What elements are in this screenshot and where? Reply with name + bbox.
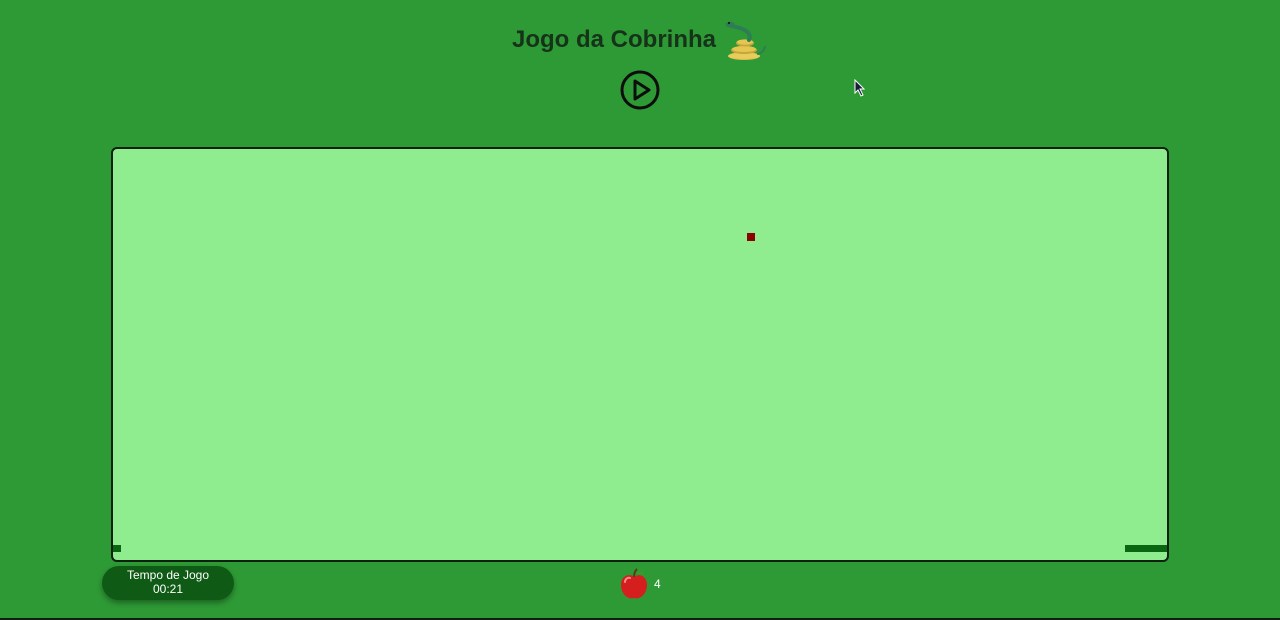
score-value: 4	[654, 577, 661, 591]
mouse-cursor-icon	[854, 79, 866, 97]
page-title: Jogo da Cobrinha	[512, 26, 716, 53]
apple-icon	[621, 568, 647, 599]
snake-icon	[725, 21, 766, 60]
timer-label: Tempo de Jogo	[126, 568, 210, 582]
game-board[interactable]	[111, 147, 1169, 562]
food-item	[747, 233, 755, 241]
header: Jogo da Cobrinha	[0, 18, 1280, 62]
title-row: Jogo da Cobrinha	[512, 18, 768, 62]
snake-body	[1125, 545, 1167, 552]
snake-segment	[113, 545, 121, 552]
timer-value: 00:21	[152, 582, 184, 596]
score-display: 4	[618, 568, 661, 602]
play-button[interactable]	[619, 69, 661, 111]
timer-badge: Tempo de Jogo 00:21	[102, 566, 234, 600]
